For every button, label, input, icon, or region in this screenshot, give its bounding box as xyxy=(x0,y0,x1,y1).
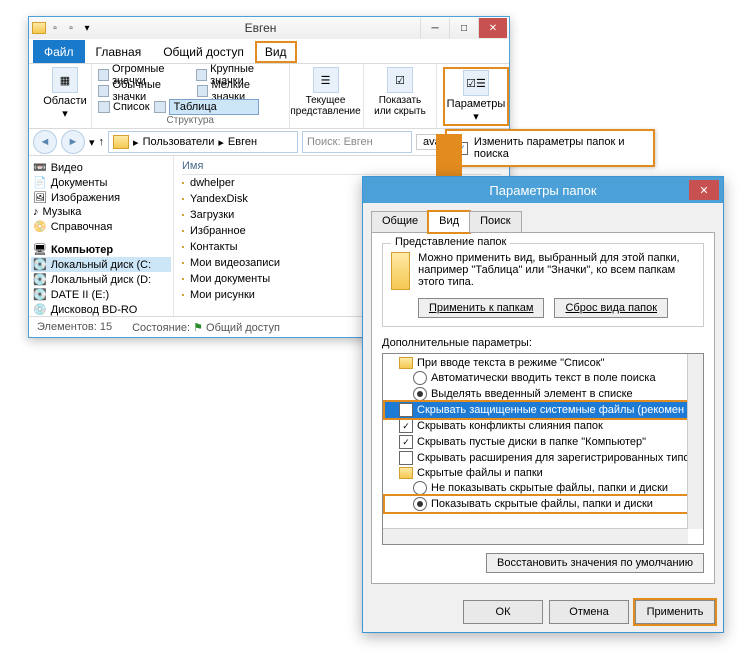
ribbon: ▦Области▾ Огромные значкиКрупные значки … xyxy=(29,64,509,129)
tab-file[interactable]: Файл xyxy=(33,40,85,63)
scrollbar-vertical[interactable] xyxy=(687,354,703,529)
up-button[interactable]: ↑ xyxy=(99,136,105,148)
nav-bd[interactable]: 💿Дисковод BD-RO xyxy=(31,302,171,316)
nav-videos[interactable]: 📼Видео xyxy=(31,160,171,175)
tab-search[interactable]: Поиск xyxy=(469,211,521,233)
close-button[interactable]: ✕ xyxy=(689,180,719,200)
restore-defaults-button[interactable]: Восстановить значения по умолчанию xyxy=(486,553,704,573)
change-folder-options[interactable]: ✓Изменить параметры папок и поиска xyxy=(450,134,650,162)
item-count: Элементов: 15 xyxy=(37,321,112,333)
nav-disk-e[interactable]: 💽DATE II (E:) xyxy=(31,287,171,302)
forward-button[interactable]: ► xyxy=(61,130,85,154)
options-button[interactable]: ☑☰Параметры▾ xyxy=(443,67,509,126)
group-label: Структура xyxy=(98,115,283,126)
dialog-footer: ОК Отмена Применить xyxy=(363,592,723,632)
nav-disk-d[interactable]: 💽Локальный диск (D: xyxy=(31,272,171,287)
folder-view-text: Можно применить вид, выбранный для этой … xyxy=(418,252,695,288)
options-icon: ☑☰ xyxy=(463,70,489,96)
tree-check[interactable]: Скрывать расширения для зарегистрированн… xyxy=(385,450,701,466)
tab-view[interactable]: Вид xyxy=(255,41,297,63)
ribbon-tabs: Файл Главная Общий доступ Вид xyxy=(29,39,509,64)
show-hide-icon: ☑ xyxy=(387,67,413,93)
qat-icon[interactable]: ▫ xyxy=(63,20,79,36)
panes-icon: ▦ xyxy=(52,67,78,93)
close-button[interactable]: ✕ xyxy=(478,18,507,38)
nav-disk-c[interactable]: 💽Локальный диск (C: xyxy=(31,257,171,272)
history-dropdown-icon[interactable]: ▾ xyxy=(89,136,95,149)
advanced-label: Дополнительные параметры: xyxy=(382,337,704,349)
tree-group: Скрытые файлы и папки xyxy=(385,466,701,480)
quick-access: ▫ ▫ ▾ xyxy=(31,20,95,36)
qat-dropdown-icon[interactable]: ▾ xyxy=(79,20,95,36)
advanced-tree[interactable]: При вводе текста в режиме "Список" Автом… xyxy=(382,353,704,545)
tree-radio[interactable]: Автоматически вводить текст в поле поиск… xyxy=(385,370,701,386)
layout-small[interactable]: Мелкие значки xyxy=(197,83,282,99)
layout-medium[interactable]: Обычные значки xyxy=(98,83,193,99)
options-submenu: ✓Изменить параметры папок и поиска xyxy=(445,129,655,167)
tree-group: При вводе текста в режиме "Список" xyxy=(385,356,701,370)
tree-check[interactable]: ✓Скрывать пустые диски в папке "Компьюте… xyxy=(385,434,701,450)
reset-folders-button[interactable]: Сброс вида папок xyxy=(554,298,668,318)
tree-radio[interactable]: Выделять введенный элемент в списке xyxy=(385,386,701,402)
window-title: Евген xyxy=(101,21,420,35)
folder-options-dialog: Параметры папок ✕ Общие Вид Поиск Предст… xyxy=(362,176,724,633)
tab-share[interactable]: Общий доступ xyxy=(152,40,255,63)
current-view-button[interactable]: ☰Текущее представление xyxy=(296,67,356,117)
titlebar: ▫ ▫ ▾ Евген ─ □ ✕ xyxy=(29,17,509,39)
scrollbar-horizontal[interactable] xyxy=(383,528,688,544)
search-input[interactable]: Поиск: Евген xyxy=(302,131,412,153)
folder-icon xyxy=(113,135,129,149)
nav-help[interactable]: 📀Справочная xyxy=(31,219,171,234)
dialog-title: Параметры папок xyxy=(363,177,723,203)
folder-view-group: Представление папок Можно применить вид,… xyxy=(382,243,704,327)
layout-list[interactable]: Список xyxy=(98,99,150,115)
tree-radio-show-hidden[interactable]: Показывать скрытые файлы, папки и диски xyxy=(385,496,701,512)
folder-icon xyxy=(31,20,47,36)
show-hide-button[interactable]: ☑Показать или скрыть xyxy=(370,67,430,117)
folder-view-icon xyxy=(391,252,410,290)
minimize-button[interactable]: ─ xyxy=(420,18,449,38)
tab-general[interactable]: Общие xyxy=(371,211,429,233)
nav-pictures[interactable]: 🖼Изображения xyxy=(31,190,171,205)
nav-music[interactable]: ♪Музыка xyxy=(31,205,171,219)
current-view-icon: ☰ xyxy=(313,67,339,93)
nav-pane: 📼Видео 📄Документы 🖼Изображения ♪Музыка 📀… xyxy=(29,156,174,316)
nav-computer[interactable]: 🖥Компьютер xyxy=(31,242,171,257)
apply-button[interactable]: Применить xyxy=(635,600,715,624)
nav-documents[interactable]: 📄Документы xyxy=(31,175,171,190)
tab-home[interactable]: Главная xyxy=(85,40,153,63)
tree-check[interactable]: ✓Скрывать конфликты слияния папок xyxy=(385,418,701,434)
back-button[interactable]: ◄ xyxy=(33,130,57,154)
panes-button[interactable]: ▦Области▾ xyxy=(35,67,95,120)
ok-button[interactable]: ОК xyxy=(463,600,543,624)
cancel-button[interactable]: Отмена xyxy=(549,600,629,624)
tree-radio[interactable]: Не показывать скрытые файлы, папки и дис… xyxy=(385,480,701,496)
breadcrumb[interactable]: ▸Пользователи▸Евген xyxy=(108,131,298,153)
tree-check-hide-system[interactable]: Скрывать защищенные системные файлы (рек… xyxy=(385,402,701,418)
qat-icon[interactable]: ▫ xyxy=(47,20,63,36)
maximize-button[interactable]: □ xyxy=(449,18,478,38)
apply-to-folders-button[interactable]: Применить к папкам xyxy=(418,298,545,318)
layout-table[interactable]: Таблица xyxy=(154,99,259,115)
tab-view[interactable]: Вид xyxy=(428,211,470,233)
